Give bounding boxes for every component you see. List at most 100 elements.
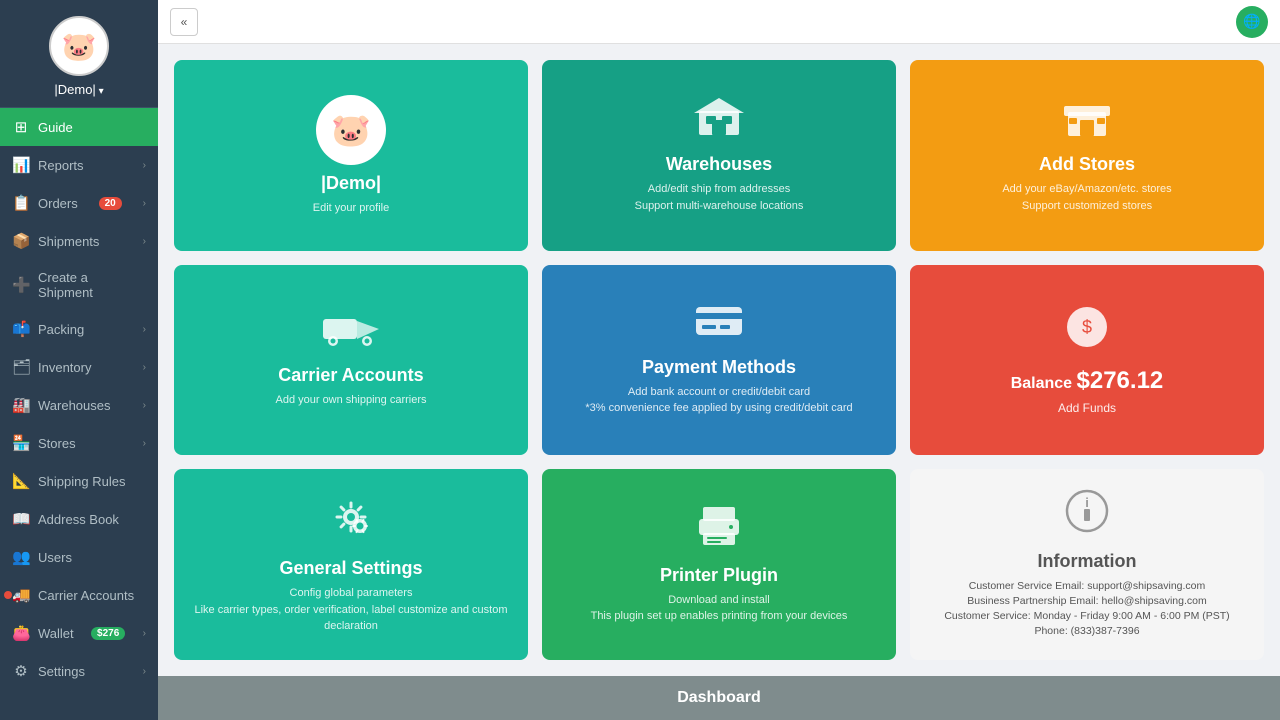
sidebar-item-shipping-rules[interactable]: 📐 Shipping Rules	[0, 462, 158, 500]
nav-label-shipping-rules: Shipping Rules	[38, 474, 125, 489]
topbar-right: 🌐	[1236, 6, 1268, 38]
balance-amount: $276.12	[1077, 367, 1164, 394]
card-subtitle-carrier-accounts: Add your own shipping carriers	[275, 392, 426, 409]
nav-item-left: 👛 Wallet	[12, 624, 74, 642]
add-funds-link[interactable]: Add Funds	[1058, 401, 1116, 415]
card-balance[interactable]: $ Balance $276.12 Add Funds	[910, 265, 1264, 456]
dot-indicator	[4, 591, 12, 599]
card-title-general-settings: General Settings	[279, 558, 422, 579]
sidebar-item-orders[interactable]: 📋 Orders 20›	[0, 184, 158, 222]
demo-avatar: 🐷	[316, 95, 386, 165]
card-add-stores[interactable]: Add Stores Add your eBay/Amazon/etc. sto…	[910, 60, 1264, 251]
sidebar: 🐷 |Demo| ⊞ Guide 📊 Reports › 📋 Orders 20…	[0, 0, 158, 720]
sidebar-item-address-book[interactable]: 📖 Address Book	[0, 500, 158, 538]
nav-item-left: 📫 Packing	[12, 320, 84, 338]
card-subtitle-warehouses: Add/edit ship from addressesSupport mult…	[635, 181, 804, 214]
reports-icon: 📊	[12, 156, 30, 174]
nav-label-address-book: Address Book	[38, 512, 119, 527]
svg-text:$: $	[1082, 317, 1092, 337]
card-demo[interactable]: 🐷 |Demo| Edit your profile	[174, 60, 528, 251]
printer-icon	[695, 505, 743, 557]
sidebar-item-inventory[interactable]: 🗂 Inventory ›	[0, 348, 158, 386]
info-icon: i	[1065, 489, 1109, 543]
card-title-add-stores: Add Stores	[1039, 154, 1135, 175]
info-line: Business Partnership Email: hello@shipsa…	[967, 595, 1206, 607]
shipping-rules-icon: 📐	[12, 472, 30, 490]
card-printer-plugin[interactable]: Printer Plugin Download and installThis …	[542, 469, 896, 660]
address-book-icon: 📖	[12, 510, 30, 528]
stores-icon: 🏪	[12, 434, 30, 452]
card-subtitle-payment-methods: Add bank account or credit/debit card*3%…	[585, 384, 852, 417]
info-line: Phone: (833)387-7396	[1034, 625, 1139, 637]
warehouses-icon: 🏭	[12, 396, 30, 414]
nav-item-left: 📐 Shipping Rules	[12, 472, 125, 490]
settings-icon: ⚙	[12, 662, 30, 680]
chevron-warehouses-icon: ›	[143, 400, 146, 411]
sidebar-item-packing[interactable]: 📫 Packing ›	[0, 310, 158, 348]
main: « 🌐 🐷 |Demo| Edit your profile Warehouse…	[158, 0, 1280, 720]
balance-label: Balance $276.12	[1011, 367, 1164, 395]
guide-icon: ⊞	[12, 118, 30, 136]
sidebar-item-shipments[interactable]: 📦 Shipments ›	[0, 222, 158, 260]
nav-label-shipments: Shipments	[38, 234, 99, 249]
nav-label-stores: Stores	[38, 436, 76, 451]
create-shipment-icon: ➕	[12, 276, 30, 294]
card-payment-methods[interactable]: Payment Methods Add bank account or cred…	[542, 265, 896, 456]
settings-icon	[328, 494, 374, 550]
sidebar-item-warehouses[interactable]: 🏭 Warehouses ›	[0, 386, 158, 424]
nav-label-reports: Reports	[38, 158, 84, 173]
card-title-warehouses: Warehouses	[666, 154, 772, 175]
card-title-demo: |Demo|	[321, 173, 381, 194]
nav-item-left: 📋 Orders	[12, 194, 78, 212]
sidebar-item-stores[interactable]: 🏪 Stores ›	[0, 424, 158, 462]
nav-label-warehouses: Warehouses	[38, 398, 111, 413]
card-subtitle-general-settings: Config global parametersLike carrier typ…	[190, 585, 512, 635]
nav-item-left: 🗂 Inventory	[12, 358, 91, 376]
orders-icon: 📋	[12, 194, 30, 212]
inventory-icon: 🗂	[12, 358, 30, 376]
info-line: Customer Service Email: support@shipsavi…	[969, 580, 1206, 592]
warehouses-icon	[694, 96, 744, 146]
nav-label-wallet: Wallet	[38, 626, 74, 641]
card-subtitle-printer-plugin: Download and installThis plugin set up e…	[591, 592, 848, 625]
badge-wallet: $276	[91, 627, 125, 640]
globe-button[interactable]: 🌐	[1236, 6, 1268, 38]
users-icon: 👥	[12, 548, 30, 566]
card-information[interactable]: i Information Customer Service Email: su…	[910, 469, 1264, 660]
sidebar-item-reports[interactable]: 📊 Reports ›	[0, 146, 158, 184]
badge-orders: 20	[99, 197, 122, 210]
card-subtitle-add-stores: Add your eBay/Amazon/etc. storesSupport …	[1002, 181, 1171, 214]
packing-icon: 📫	[12, 320, 30, 338]
nav-label-packing: Packing	[38, 322, 84, 337]
sidebar-item-wallet[interactable]: 👛 Wallet $276 ›	[0, 614, 158, 652]
nav-label-settings: Settings	[38, 664, 85, 679]
carrier-accounts-icon: 🚚	[12, 586, 30, 604]
nav-label-carrier-accounts: Carrier Accounts	[38, 588, 134, 603]
carrier-icon	[323, 311, 379, 357]
chevron-packing-icon: ›	[143, 324, 146, 335]
nav-label-create-shipment: Create a Shipment	[38, 270, 146, 300]
sidebar-item-carrier-accounts[interactable]: 🚚 Carrier Accounts	[0, 576, 158, 614]
nav-label-orders: Orders	[38, 196, 78, 211]
nav-item-left: 📖 Address Book	[12, 510, 119, 528]
bottom-bar: Dashboard	[158, 676, 1280, 720]
nav-item-left: ⊞ Guide	[12, 118, 73, 136]
nav-item-left: 🏭 Warehouses	[12, 396, 111, 414]
balance-icon: $	[1065, 305, 1109, 359]
card-general-settings[interactable]: General Settings Config global parameter…	[174, 469, 528, 660]
collapse-button[interactable]: «	[170, 8, 198, 36]
chevron-stores-icon: ›	[143, 438, 146, 449]
sidebar-item-create-shipment[interactable]: ➕ Create a Shipment	[0, 260, 158, 310]
info-line: Customer Service: Monday - Friday 9:00 A…	[944, 610, 1229, 622]
card-subtitle-demo: Edit your profile	[313, 200, 389, 217]
sidebar-item-users[interactable]: 👥 Users	[0, 538, 158, 576]
sidebar-profile: 🐷 |Demo|	[0, 0, 158, 108]
nav-item-left: 📊 Reports	[12, 156, 84, 174]
sidebar-item-settings[interactable]: ⚙ Settings ›	[0, 652, 158, 690]
sidebar-item-guide[interactable]: ⊞ Guide	[0, 108, 158, 146]
card-warehouses[interactable]: Warehouses Add/edit ship from addressesS…	[542, 60, 896, 251]
sidebar-username[interactable]: |Demo|	[54, 82, 103, 97]
card-carrier-accounts[interactable]: Carrier Accounts Add your own shipping c…	[174, 265, 528, 456]
chevron-wallet-icon: ›	[143, 628, 146, 639]
card-title-payment-methods: Payment Methods	[642, 357, 796, 378]
